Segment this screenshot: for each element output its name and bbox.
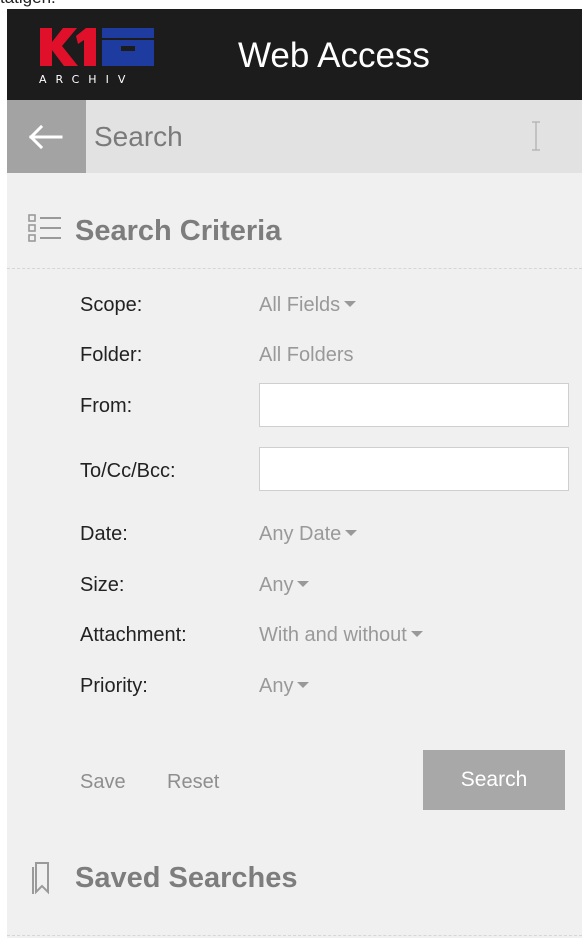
chevron-down-icon — [297, 580, 310, 587]
arrow-left-icon — [29, 125, 63, 149]
to-cc-bcc-label: To/Cc/Bcc: — [80, 460, 176, 482]
date-dropdown[interactable]: Any Date — [259, 523, 358, 546]
page-top-text: tätigen. — [0, 0, 56, 8]
chevron-down-icon — [344, 300, 357, 307]
size-label: Size: — [80, 574, 125, 596]
saved-searches-header[interactable]: Saved Searches — [7, 840, 582, 936]
chevron-down-icon — [297, 681, 310, 688]
folder-label: Folder: — [80, 344, 143, 366]
search-button[interactable]: Search — [423, 750, 565, 810]
logo-mark-icon — [40, 28, 154, 66]
scope-dropdown[interactable]: All Fields — [259, 294, 357, 317]
to-cc-bcc-input[interactable] — [259, 447, 569, 491]
folder-selector[interactable]: All Folders — [259, 344, 353, 367]
attachment-dropdown[interactable]: With and without — [259, 624, 423, 647]
priority-dropdown[interactable]: Any — [259, 675, 310, 698]
priority-value: Any — [259, 675, 294, 697]
page-top-text-clip: tätigen. — [0, 0, 582, 9]
logo-subtitle: ARCHIV — [39, 73, 135, 86]
text-cursor-icon — [532, 121, 540, 151]
search-criteria-title: Search Criteria — [75, 215, 282, 247]
size-dropdown[interactable]: Any — [259, 574, 310, 597]
attachment-value: With and without — [259, 624, 407, 646]
saved-searches-title: Saved Searches — [75, 862, 298, 894]
chevron-down-icon — [410, 630, 423, 637]
from-input[interactable] — [259, 383, 569, 427]
size-value: Any — [259, 574, 294, 596]
scope-label: Scope: — [80, 294, 143, 316]
date-label: Date: — [80, 523, 128, 545]
chevron-down-icon — [345, 529, 358, 536]
app-header: ARCHIV Web Access — [7, 9, 582, 100]
folder-value: All Folders — [259, 344, 354, 366]
app-title: Web Access — [238, 36, 430, 75]
save-button[interactable]: Save — [80, 771, 126, 794]
search-input[interactable] — [86, 100, 582, 173]
scope-value: All Fields — [259, 294, 341, 316]
bookmark-icon — [32, 862, 49, 895]
search-bar — [7, 100, 582, 173]
reset-button[interactable]: Reset — [167, 771, 219, 794]
priority-label: Priority: — [80, 675, 148, 697]
web-access-panel: ARCHIV Web Access Search Criteria Scope:… — [7, 9, 582, 938]
attachment-label: Attachment: — [80, 624, 187, 646]
from-label: From: — [80, 395, 133, 417]
search-criteria-header[interactable]: Search Criteria — [7, 173, 582, 269]
back-button[interactable] — [7, 100, 86, 173]
list-icon — [28, 214, 61, 242]
k1-archiv-logo: ARCHIV — [38, 26, 158, 88]
date-value: Any Date — [259, 523, 342, 545]
